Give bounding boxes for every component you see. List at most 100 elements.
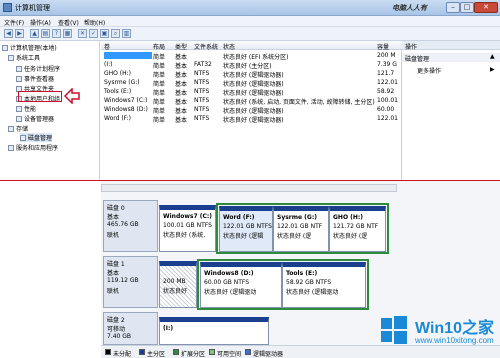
- windows-logo-icon: [381, 316, 407, 344]
- disk0-info[interactable]: 磁盘 0 基本 465.76 GB 联机: [103, 200, 158, 252]
- legend-unallocated: 未分配: [113, 351, 132, 358]
- cell-size: 200 M: [377, 52, 396, 59]
- cell-size: 100.01: [377, 97, 398, 104]
- tree-services-apps[interactable]: 服务和应用程序: [8, 143, 58, 152]
- cell-name: Tools (E:): [104, 88, 132, 95]
- partition-e[interactable]: Tools (E:) 58.92 GB NTFS 状态良好 (逻辑驱动: [282, 262, 366, 308]
- cell-fs: NTFS: [194, 97, 210, 104]
- tree-task-scheduler[interactable]: 任务计划程序: [16, 64, 60, 73]
- legend-extended: 扩展分区: [181, 351, 206, 358]
- show-tree-icon[interactable]: ▤: [41, 29, 50, 38]
- minimize-button[interactable]: –: [446, 2, 460, 13]
- cell-size: 7.39 G: [377, 61, 397, 68]
- cell-layout: 简单: [153, 90, 166, 97]
- col-volume[interactable]: 卷: [104, 42, 110, 51]
- menu-view[interactable]: 查看(V): [58, 18, 79, 27]
- cell-type: 基本: [175, 108, 188, 115]
- col-status[interactable]: 状态: [223, 42, 235, 51]
- cell-status: 状态良好 (EFI 系统分区): [223, 54, 289, 61]
- tree-root[interactable]: 计算机管理(本地): [2, 43, 57, 52]
- legend-swatch-free: [209, 349, 215, 355]
- table-row[interactable]: Sysrme (G:) 简单 基本 NTFS 状态良好 (逻辑驱动器) 122.01: [101, 79, 402, 88]
- legend-swatch-extended: [173, 349, 179, 355]
- performance-icon: [16, 106, 22, 112]
- watermark-top: 电脑人人有: [392, 4, 427, 12]
- cell-name: Sysrme (G:): [104, 79, 140, 86]
- cell-name: [104, 52, 152, 59]
- table-row[interactable]: 简单 基本 状态良好 (EFI 系统分区) 200 M: [101, 52, 402, 61]
- cell-layout: 简单: [153, 54, 166, 61]
- cell-size: 60.00: [377, 106, 395, 113]
- table-row[interactable]: Windows8 (D:) 简单 基本 NTFS 状态良好 (逻辑驱动器) 60.00: [101, 106, 402, 115]
- cell-size: 122.01: [377, 115, 398, 122]
- properties-icon[interactable]: ▦: [63, 29, 72, 38]
- title-bar: 计算机管理 电脑人人有 – □ ✕: [0, 0, 500, 16]
- cell-type: 基本: [175, 54, 188, 61]
- open-icon[interactable]: ▣: [100, 29, 109, 38]
- services-icon: [8, 145, 14, 151]
- horizontal-scrollbar[interactable]: [101, 184, 397, 192]
- cell-type: 基本: [175, 63, 188, 70]
- volume-list: 卷 布局 类型 文件系统 状态 容量 简单 基本 状态良好 (EFI 系统分区) 20…: [101, 41, 402, 180]
- device-manager-icon: [16, 116, 22, 122]
- tree-storage[interactable]: 存储: [8, 124, 28, 133]
- view-icon[interactable]: ▥: [122, 29, 131, 38]
- cell-layout: 简单: [153, 63, 166, 70]
- partition-g[interactable]: Sysrme (G:) 122.01 GB NTF 状态良好 (逻: [273, 206, 329, 252]
- legend-logical: 逻辑驱动器: [253, 351, 284, 358]
- cell-status: 状态良好 (主分区): [223, 63, 272, 70]
- actions-header: 操作: [402, 41, 500, 51]
- col-layout[interactable]: 布局: [153, 42, 165, 51]
- menu-help[interactable]: 帮助(H): [84, 18, 105, 27]
- table-row[interactable]: Tools (E:) 简单 基本 NTFS 状态良好 (逻辑驱动器) 58.92: [101, 88, 402, 97]
- cell-size: 58.92: [377, 88, 395, 95]
- partition-c[interactable]: Windows7 (C:) 100.01 GB NTFS 状态良好 (系统,: [159, 205, 216, 252]
- tree-system-tools[interactable]: 系统工具: [8, 53, 40, 62]
- delete-icon[interactable]: ✕: [78, 29, 87, 38]
- partition-f[interactable]: Word (F:) 122.01 GB NTFS 状态良好 (逻辑: [219, 206, 273, 252]
- tree-performance[interactable]: 性能: [16, 104, 36, 113]
- collapse-icon: ▲: [490, 53, 495, 60]
- table-row[interactable]: Windows7 (C:) 简单 基本 NTFS 状态良好 (系统, 启动, 页面文件,…: [101, 97, 402, 106]
- partition-efi[interactable]: 200 MB 状态良好: [159, 261, 197, 308]
- cell-type: 基本: [175, 81, 188, 88]
- tree-event-viewer[interactable]: 事件查看器: [16, 74, 54, 83]
- legend-swatch-unallocated: [105, 349, 111, 355]
- red-arrow-icon: [64, 88, 80, 104]
- cell-fs: NTFS: [194, 70, 210, 77]
- col-capacity[interactable]: 容量: [377, 42, 389, 51]
- close-button[interactable]: ✕: [474, 2, 498, 13]
- maximize-button[interactable]: □: [460, 2, 474, 13]
- tree-disk-management[interactable]: 磁盘管理: [20, 133, 53, 142]
- cell-layout: 简单: [153, 99, 166, 106]
- partition-d[interactable]: Windows8 (D:) 60.00 GB NTFS 状态良好 (逻辑驱动: [200, 262, 282, 308]
- menu-action[interactable]: 操作(A): [30, 18, 51, 27]
- clock-icon: [16, 66, 22, 72]
- checkmark-icon[interactable]: ✓: [89, 29, 98, 38]
- cell-fs: NTFS: [194, 88, 210, 95]
- table-row[interactable]: (I:) 简单 基本 FAT32 状态良好 (主分区) 7.39 G: [101, 61, 402, 70]
- app-icon: [3, 3, 12, 12]
- table-row[interactable]: Word (F:) 简单 基本 NTFS 状态良好 (逻辑驱动器) 122.01: [101, 115, 402, 124]
- legend-primary: 主分区: [147, 351, 166, 358]
- back-icon[interactable]: ◀: [4, 29, 13, 38]
- disk1-info[interactable]: 磁盘 1 基本 119.12 GB 联机: [103, 256, 158, 308]
- watermark: Win10之家 www.win10xitong.com: [375, 310, 500, 352]
- col-filesystem[interactable]: 文件系统: [194, 42, 218, 51]
- search-icon[interactable]: ⌕: [111, 29, 120, 38]
- computer-icon: [2, 45, 8, 51]
- menu-file[interactable]: 文件(F): [4, 18, 24, 27]
- disk2-info[interactable]: 磁盘 2 可移动 7.40 GB: [103, 312, 158, 345]
- partition-i[interactable]: (I:): [159, 317, 269, 345]
- actions-section[interactable]: 磁盘管理 ▲: [402, 53, 500, 63]
- more-actions[interactable]: 更多操作: [417, 66, 441, 75]
- forward-icon[interactable]: ▶: [15, 29, 24, 38]
- col-type[interactable]: 类型: [175, 42, 187, 51]
- up-icon[interactable]: ▲: [30, 29, 39, 38]
- partition-h[interactable]: GHO (H:) 121.72 GB NTF 状态良好 (逻: [329, 206, 386, 252]
- cell-fs: FAT32: [194, 61, 212, 68]
- table-row[interactable]: GHO (H:) 简单 基本 NTFS 状态良好 (逻辑驱动器) 121.7: [101, 70, 402, 79]
- tree-device-manager[interactable]: 设备管理器: [16, 114, 54, 123]
- cell-type: 基本: [175, 90, 188, 97]
- help-icon[interactable]: ?: [52, 29, 61, 38]
